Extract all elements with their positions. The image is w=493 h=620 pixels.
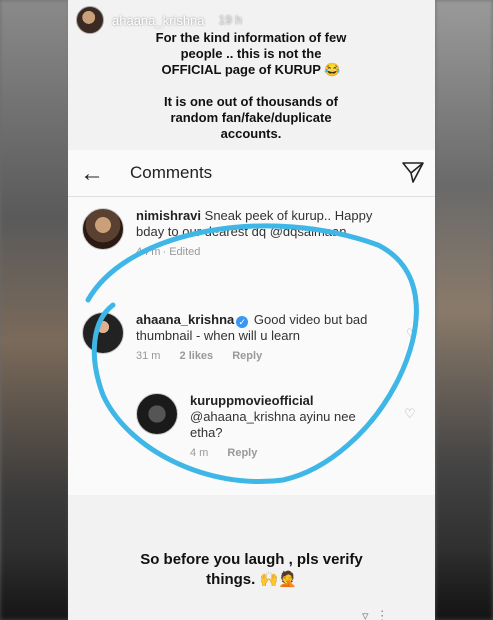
notice-line: people .. this is not the bbox=[180, 46, 322, 61]
heart-icon[interactable]: ♡ bbox=[404, 406, 416, 422]
comment-item: ahaana_krishna ✓ Good video but bad thumb… bbox=[82, 312, 386, 364]
notice-line: It is one out of thousands of bbox=[163, 94, 339, 109]
send-icon[interactable]: ▿ ⋮ bbox=[362, 608, 389, 620]
reply-button[interactable]: Reply bbox=[232, 350, 262, 362]
story-time: 19 h bbox=[218, 13, 242, 27]
comment-time: 31 m bbox=[136, 350, 161, 362]
comment-item: nimishravi Sneak peek of kurup.. Happy b… bbox=[82, 208, 386, 260]
notice-line: OFFICIAL page of KURUP 😂 bbox=[161, 62, 341, 77]
heart-icon[interactable]: ♡ bbox=[406, 326, 418, 342]
comment-meta: 4 m Reply bbox=[190, 445, 380, 461]
comment-username[interactable]: ahaana_krishna bbox=[136, 312, 234, 327]
arrow-left-icon[interactable]: ← bbox=[80, 160, 104, 188]
footer-line: things. 🙌🤦 bbox=[206, 571, 297, 588]
send-icon[interactable] bbox=[401, 160, 425, 184]
background-right-blur bbox=[435, 0, 493, 620]
comment-edited: Edited bbox=[169, 246, 201, 258]
story-username[interactable]: ahaana_krishna bbox=[112, 13, 205, 28]
comment-reply-item: kuruppmovieofficial @ahaana_krishna ayin… bbox=[136, 393, 380, 461]
verified-badge-icon: ✓ bbox=[236, 316, 249, 328]
notice-line: accounts. bbox=[220, 126, 282, 141]
comments-screenshot: ← Comments nimishravi Sneak peek of kuru… bbox=[68, 150, 435, 495]
avatar[interactable] bbox=[82, 312, 124, 354]
comment-time: 4 m bbox=[190, 447, 209, 459]
comment-time: 44 m bbox=[136, 246, 161, 258]
reply-button[interactable]: Reply bbox=[227, 447, 257, 459]
avatar[interactable] bbox=[136, 393, 178, 435]
comment-username[interactable]: kuruppmovieofficial bbox=[190, 393, 380, 409]
story-frame: ahaana_krishna 19 h For the kind informa… bbox=[68, 0, 435, 620]
comment-meta: 31 m 2 likes Reply bbox=[136, 348, 386, 364]
story-notice-text: For the kind information of few people .… bbox=[86, 30, 416, 142]
notice-line: random fan/fake/duplicate bbox=[170, 110, 332, 125]
comments-header: ← Comments bbox=[68, 150, 435, 197]
background-left-blur bbox=[0, 0, 70, 620]
avatar[interactable] bbox=[82, 208, 124, 250]
notice-line: For the kind information of few bbox=[155, 30, 347, 45]
comment-text: @ahaana_krishna ayinu nee etha? bbox=[190, 409, 356, 440]
comment-likes[interactable]: 2 likes bbox=[180, 350, 214, 362]
footer-line: So before you laugh , pls verify bbox=[140, 551, 363, 568]
comments-title: Comments bbox=[130, 163, 213, 182]
story-footer-text: So before you laugh , pls verify things.… bbox=[88, 550, 415, 590]
comment-username[interactable]: nimishravi bbox=[136, 208, 201, 223]
comment-meta: 44 m · Edited bbox=[136, 246, 201, 258]
